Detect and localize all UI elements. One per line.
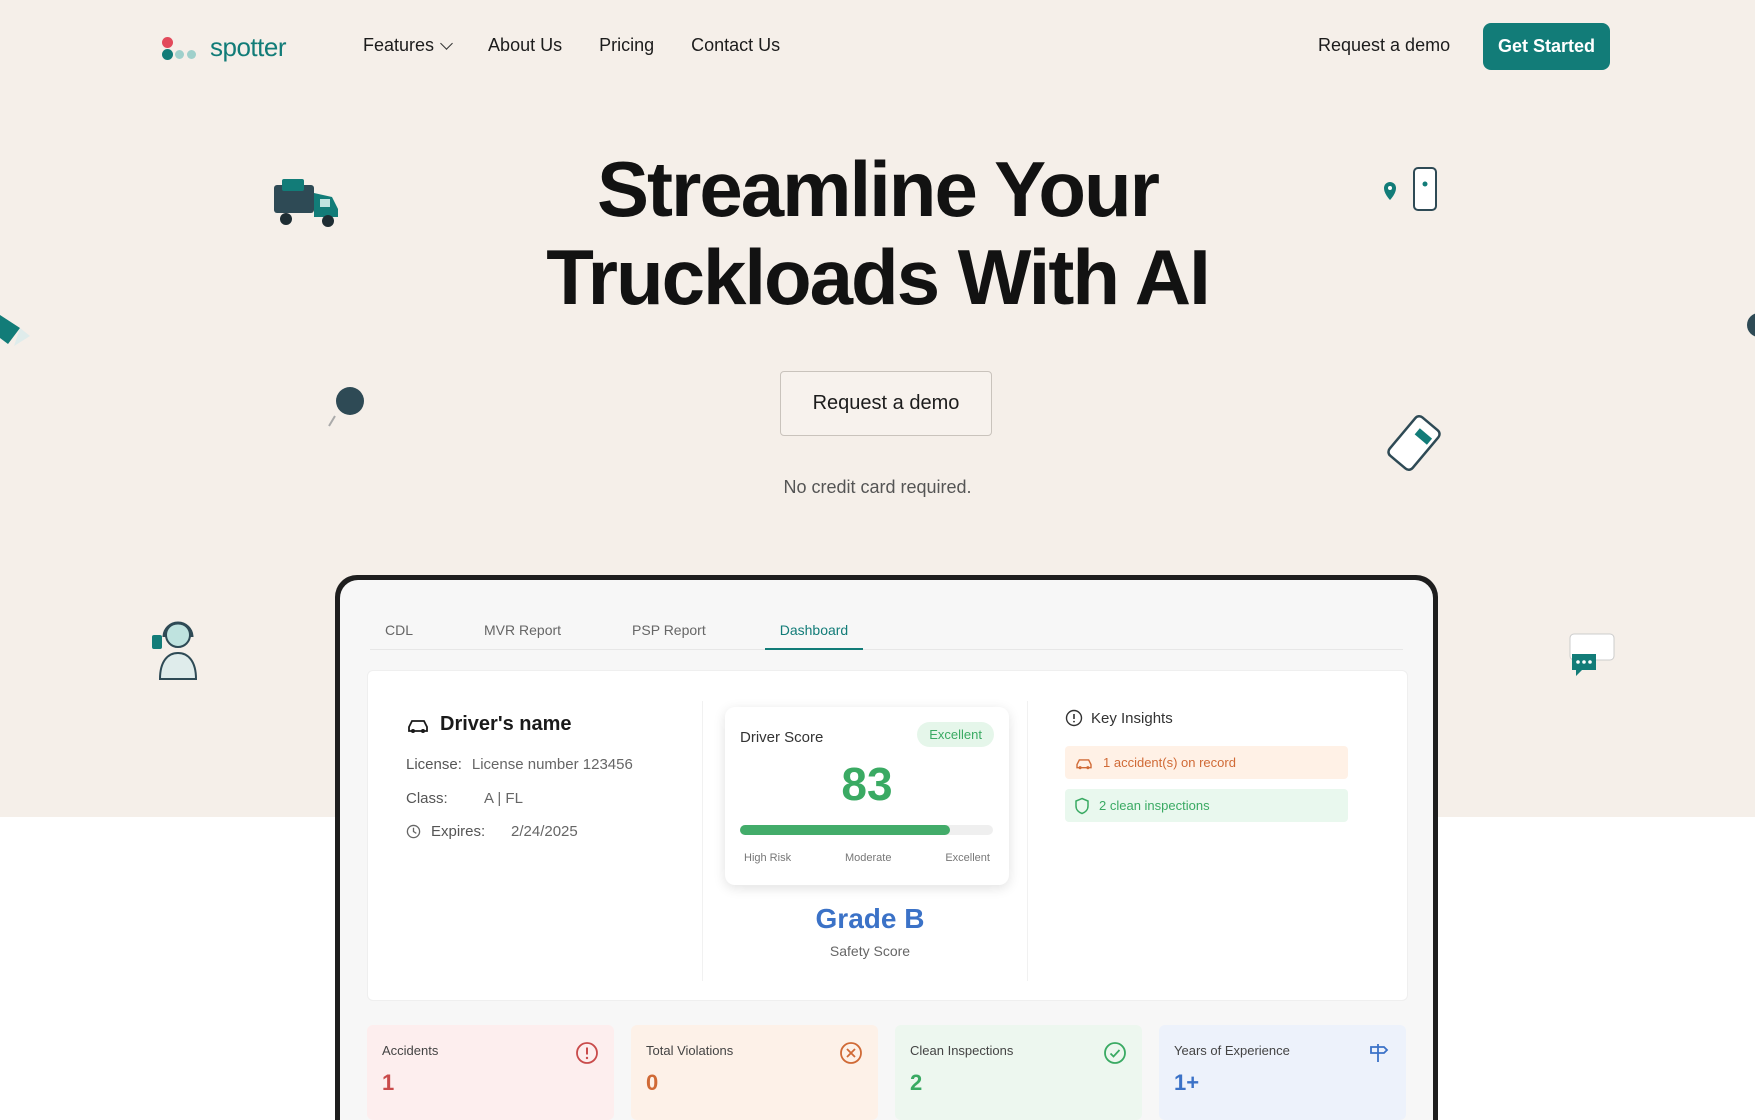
dashboard-tabs: CDL MVR Report PSP Report Dashboard xyxy=(370,610,1403,650)
safety-grade: Grade B xyxy=(815,903,925,934)
scale-moderate: Moderate xyxy=(844,852,892,864)
driver-score-column: Driver Score Excellent 83 High Risk Mode… xyxy=(713,701,1028,981)
stat-label: Years of Experience xyxy=(1174,1043,1290,1058)
stat-label: Accidents xyxy=(382,1043,439,1058)
globe-edge-illustration-icon xyxy=(1747,313,1755,337)
driver-score-card: Driver Score Excellent 83 High Risk Mode… xyxy=(725,707,1009,885)
license-row: License: License number 123456 xyxy=(406,756,633,773)
signpost-icon xyxy=(1370,1044,1389,1062)
nav-features[interactable]: Features xyxy=(363,35,453,56)
chat-bubble-illustration-icon xyxy=(1569,633,1615,676)
dashboard-screen: CDL MVR Report PSP Report Dashboard Driv… xyxy=(340,580,1433,1120)
nav-about-us[interactable]: About Us xyxy=(488,35,562,56)
tab-mvr-report[interactable]: MVR Report xyxy=(472,610,573,650)
license-value: License number 123456 xyxy=(471,756,633,773)
info-alert-icon xyxy=(1065,709,1083,727)
key-insights-card: Key Insights 1 accident(s) on record 2 c… xyxy=(1053,701,1383,981)
insight-accidents-text: 1 accident(s) on record xyxy=(1103,755,1236,770)
safety-score-label: Safety Score xyxy=(829,943,911,959)
car-warning-icon xyxy=(1076,758,1092,769)
stat-value: 0 xyxy=(646,1070,659,1095)
driver-name-heading: Driver's name xyxy=(406,713,572,736)
score-progress-track xyxy=(740,825,993,835)
alert-circle-icon xyxy=(576,1042,598,1064)
card-illustration-icon xyxy=(0,315,30,346)
driver-name: Driver's name xyxy=(440,713,572,735)
phone-chat-illustration-icon xyxy=(1387,415,1441,471)
tab-dashboard[interactable]: Dashboard xyxy=(764,610,864,650)
chevron-down-icon xyxy=(440,36,453,50)
get-started-button[interactable]: Get Started xyxy=(1483,23,1610,70)
insight-inspections: 2 clean inspections xyxy=(1065,789,1348,822)
stat-card-total-violations: Total Violations 0 xyxy=(631,1025,878,1120)
nav-pricing[interactable]: Pricing xyxy=(599,35,654,56)
tab-psp-report[interactable]: PSP Report xyxy=(620,610,718,650)
globe-illustration-icon xyxy=(328,387,364,427)
stat-cards: Accidents 1 Total Violations 0 Clean Ins… xyxy=(367,1025,1408,1120)
stat-label: Total Violations xyxy=(646,1043,734,1058)
car-icon xyxy=(408,719,428,733)
score-progress-fill xyxy=(740,825,950,835)
class-value: A | FL xyxy=(484,790,523,807)
expires-row: Expires: 2/24/2025 xyxy=(406,823,578,840)
shield-icon xyxy=(1075,797,1089,814)
dashboard-device-frame: CDL MVR Report PSP Report Dashboard Driv… xyxy=(335,575,1438,1120)
class-label: Class: xyxy=(406,790,448,807)
logo-mark-icon xyxy=(160,35,198,61)
score-scale-labels: High Risk Moderate Excellent xyxy=(744,852,990,864)
no-credit-card-note: No credit card required. xyxy=(783,477,972,497)
nav-about-us-label: About Us xyxy=(488,35,563,55)
driver-score-title: Driver Score xyxy=(740,729,824,746)
logo[interactable]: spotter xyxy=(160,32,287,63)
phone-map-illustration-icon xyxy=(1384,167,1437,211)
stat-value: 1 xyxy=(382,1070,395,1095)
expires-value: 2/24/2025 xyxy=(511,823,578,840)
insight-accidents: 1 accident(s) on record xyxy=(1065,746,1348,779)
tab-cdl[interactable]: CDL xyxy=(370,610,425,650)
score-status-badge: Excellent xyxy=(917,722,994,747)
hero-title-line-1: Streamline Your xyxy=(597,145,1160,233)
stat-card-years-experience: Years of Experience 1+ xyxy=(1159,1025,1406,1120)
key-insights-title: Key Insights xyxy=(1091,709,1173,727)
scale-high-risk: High Risk xyxy=(744,852,792,864)
insight-inspections-text: 2 clean inspections xyxy=(1099,798,1210,813)
truck-illustration-icon xyxy=(274,179,338,227)
driver-summary-panel: Driver's name License: License number 12… xyxy=(367,670,1408,1001)
check-circle-icon xyxy=(1104,1042,1126,1064)
stat-value: 1+ xyxy=(1174,1070,1200,1095)
clock-icon xyxy=(406,824,421,839)
stat-value: 2 xyxy=(910,1070,923,1095)
stat-card-accidents: Accidents 1 xyxy=(367,1025,614,1120)
logo-wordmark: spotter xyxy=(210,32,287,62)
expires-label: Expires: xyxy=(431,823,486,840)
hero-request-demo-button[interactable]: Request a demo xyxy=(780,371,992,436)
request-demo-link[interactable]: Request a demo xyxy=(1318,35,1450,56)
x-circle-icon xyxy=(840,1042,862,1064)
driver-info-card: Driver's name License: License number 12… xyxy=(388,701,703,981)
support-agent-illustration-icon xyxy=(152,621,198,680)
license-label: License: xyxy=(406,756,462,773)
class-row: Class: A | FL xyxy=(406,790,523,807)
nav-contact-us[interactable]: Contact Us xyxy=(691,35,780,56)
scale-excellent: Excellent xyxy=(945,852,990,864)
nav-features-label: Features xyxy=(363,35,435,55)
stat-label: Clean Inspections xyxy=(910,1043,1014,1058)
hero-title: Streamline Your Truckloads With AI xyxy=(0,145,1755,321)
stat-card-clean-inspections: Clean Inspections 2 xyxy=(895,1025,1142,1120)
nav-contact-us-label: Contact Us xyxy=(691,35,781,55)
driver-score-value: 83 xyxy=(841,758,893,810)
nav-pricing-label: Pricing xyxy=(599,35,655,55)
key-insights-heading: Key Insights xyxy=(1065,709,1173,727)
main-nav: Features About Us Pricing Contact Us xyxy=(363,35,780,56)
hero-title-line-2: Truckloads With AI xyxy=(546,233,1211,321)
